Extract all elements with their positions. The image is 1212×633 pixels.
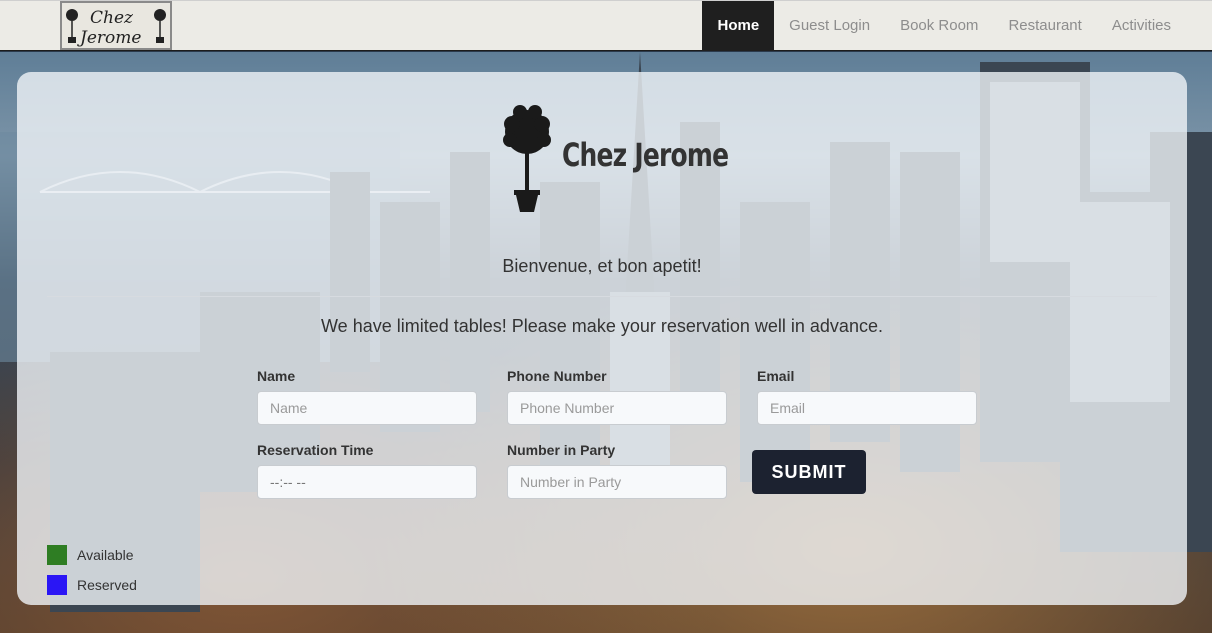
nav-guest-login[interactable]: Guest Login	[774, 1, 885, 51]
welcome-text: Bienvenue, et bon apetit!	[502, 256, 702, 276]
nav-activities[interactable]: Activities	[1097, 1, 1186, 51]
email-input[interactable]	[757, 391, 977, 425]
reserved-swatch	[47, 575, 67, 595]
topiary-tree-icon	[503, 105, 551, 212]
name-input[interactable]	[257, 391, 477, 425]
divider	[47, 296, 1157, 297]
reserved-label: Reserved	[77, 577, 137, 593]
svg-text:Chez: Chez	[90, 8, 134, 28]
nav-restaurant[interactable]: Restaurant	[993, 1, 1096, 51]
site-title: Chez Jerome	[562, 136, 729, 174]
reservation-time-label: Reservation Time	[257, 442, 374, 458]
svg-text:Jerome: Jerome	[77, 28, 141, 48]
nav-home[interactable]: Home	[702, 1, 775, 51]
reservation-notice: We have limited tables! Please make your…	[321, 316, 883, 336]
name-label: Name	[257, 368, 296, 384]
top-navbar: Chez Jerome Home Guest Login Book Room R…	[0, 0, 1212, 51]
available-swatch	[47, 545, 67, 565]
email-label: Email	[757, 368, 795, 384]
phone-input[interactable]	[507, 391, 727, 425]
phone-label: Phone Number	[507, 368, 607, 384]
submit-button[interactable]: SUBMIT	[752, 450, 866, 494]
party-size-label: Number in Party	[507, 442, 616, 458]
reservation-time-input[interactable]: --:-- --	[257, 465, 477, 499]
reservation-panel: Chez Jerome Bienvenue, et bon apetit! We…	[17, 72, 1187, 605]
brand-logo-image: Chez Jerome	[66, 8, 166, 48]
party-size-input[interactable]	[507, 465, 727, 499]
nav-book-room[interactable]: Book Room	[885, 1, 993, 51]
nav-menu: Home Guest Login Book Room Restaurant Ac…	[702, 1, 1186, 51]
available-label: Available	[77, 547, 134, 563]
brand-logo[interactable]: Chez Jerome	[60, 1, 172, 50]
